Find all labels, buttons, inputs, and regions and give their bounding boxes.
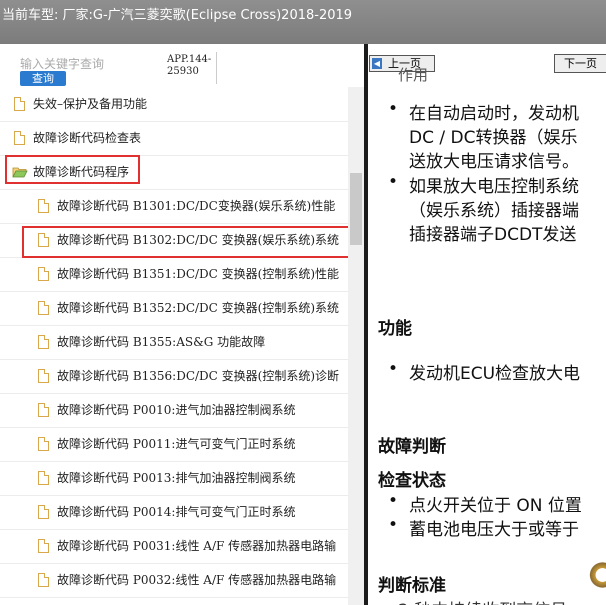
next-page-button[interactable]: 下一页	[554, 54, 606, 73]
document-icon	[38, 573, 49, 587]
tree-item-label: 故障诊断代码 B1356:DC/DC 变换器(控制系统)诊断	[57, 369, 340, 383]
navigation-panel: 查询 APP.144-25930 失效–保护及备用功能故障诊断代码检查表故障诊断…	[0, 44, 364, 605]
heading-function: 功能	[378, 319, 412, 339]
tree-item[interactable]: 故障诊断代码 P0032:线性 A/F 传感器加热器电路输	[0, 563, 348, 598]
app-code: APP.144-25930	[167, 54, 212, 77]
tree-item-label: 故障诊断代码 B1352:DC/DC 变换器(控制系统)系统	[57, 301, 340, 315]
tree-item-label: 故障诊断代码 P0031:线性 A/F 传感器加热器电路输	[57, 539, 337, 553]
arrow-left-icon: ◀	[372, 58, 382, 69]
bullet-dot: •	[388, 359, 399, 379]
title-bar: 当前车型: 厂家:G-广汽三菱奕歌(Eclipse Cross)2018-201…	[0, 0, 606, 44]
scrollbar-thumb[interactable]	[350, 173, 362, 245]
bullet-dot: •	[388, 99, 399, 119]
search-button[interactable]: 查询	[20, 71, 66, 86]
tree-item[interactable]: 故障诊断代码 B1356:DC/DC 变换器(控制系统)诊断	[0, 359, 348, 394]
tree-item-label: 故障诊断代码 B1355:AS&G 功能故障	[57, 335, 266, 349]
doc-bottom-partial: 2 秒内持续收到高信号	[398, 596, 567, 605]
document-icon	[38, 199, 49, 213]
document-icon	[38, 403, 49, 417]
tree-item[interactable]: 故障诊断代码 B1302:DC/DC 变换器(娱乐系统)系统	[0, 223, 355, 258]
search-area: 查询 APP.144-25930	[0, 44, 364, 86]
tree-item[interactable]: 故障诊断代码检查表	[0, 121, 348, 156]
tree-item[interactable]: 故障诊断代码 P0031:线性 A/F 传感器加热器电路输	[0, 529, 348, 564]
tree-item[interactable]: 故障诊断代码 B1301:DC/DC变换器(娱乐系统)性能	[0, 189, 348, 224]
doc-line: 送放大电压请求信号。	[409, 152, 579, 172]
document-panel: ◀ 上一页 下一页 作用 • 在自动启动时，发动机 DC / DC转换器（娱乐 …	[368, 44, 606, 605]
highlight-box	[5, 155, 140, 184]
tree-item-label: 故障诊断代码 P0032:线性 A/F 传感器加热器电路输	[57, 573, 337, 587]
tree-scrollbar[interactable]	[348, 87, 364, 605]
tree-item[interactable]: 故障诊断代码 P0011:进气可变气门正时系统	[0, 427, 348, 462]
heading-criteria: 判断标准	[378, 576, 446, 596]
tree-item-label: 失效–保护及备用功能	[33, 97, 148, 111]
document-icon	[38, 471, 49, 485]
header-separator	[216, 52, 217, 84]
bullet-dot: •	[388, 491, 399, 511]
document-icon	[14, 97, 25, 111]
tree-item[interactable]: 故障诊断代码 P0013:排气加油器控制阀系统	[0, 461, 348, 496]
watermark-logo-icon	[586, 560, 606, 590]
tree-item-label: 故障诊断代码 P0014:排气可变气门正时系统	[57, 505, 296, 519]
document-icon	[38, 267, 49, 281]
document-icon	[38, 301, 49, 315]
doc-line: 在自动启动时，发动机	[409, 104, 579, 124]
tree-item-label: 故障诊断代码 P0011:进气可变气门正时系统	[57, 437, 296, 451]
doc-line: 如果放大电压控制系统	[409, 177, 579, 197]
tree-item[interactable]: 故障诊断代码 B1351:DC/DC 变换器(控制系统)性能	[0, 257, 348, 292]
vehicle-title: 当前车型: 厂家:G-广汽三菱奕歌(Eclipse Cross)2018-201…	[2, 8, 353, 23]
document-icon	[38, 335, 49, 349]
bullet-dot: •	[388, 515, 399, 535]
tree-item-label: 故障诊断代码 B1301:DC/DC变换器(娱乐系统)性能	[57, 199, 336, 213]
doc-line: 点火开关位于 ON 位置	[409, 496, 582, 516]
document-icon	[38, 437, 49, 451]
doc-line: 插接器端子DCDT发送	[409, 225, 577, 245]
document-icon	[38, 505, 49, 519]
tree-item[interactable]: 故障诊断代码 B1355:AS&G 功能故障	[0, 325, 348, 360]
tree-item[interactable]: 失效–保护及备用功能	[0, 87, 348, 122]
doc-line: （娱乐系统）插接器端	[409, 201, 579, 221]
document-icon	[14, 131, 25, 145]
tree-folder[interactable]: 故障诊断代码程序	[0, 155, 348, 190]
bullet-dot: •	[388, 172, 399, 192]
tree-item[interactable]: 故障诊断代码 B1352:DC/DC 变换器(控制系统)系统	[0, 291, 348, 326]
heading-judge: 故障判断	[378, 437, 446, 457]
tree-item-label: 故障诊断代码 P0013:排气加油器控制阀系统	[57, 471, 296, 485]
doc-line: 发动机ECU检查放大电	[409, 364, 581, 384]
document-icon	[38, 369, 49, 383]
document-icon	[38, 539, 49, 553]
doc-line: DC / DC转换器（娱乐	[409, 128, 578, 148]
heading-check: 检查状态	[378, 471, 446, 491]
highlight-box	[22, 226, 355, 258]
tree-item-label: 故障诊断代码检查表	[33, 131, 142, 145]
tree-item[interactable]: 故障诊断代码 P0010:进气加油器控制阀系统	[0, 393, 348, 428]
tree-item[interactable]: 故障诊断代码 P0014:排气可变气门正时系统	[0, 495, 348, 530]
tree-item-label: 故障诊断代码 B1351:DC/DC 变换器(控制系统)性能	[57, 267, 340, 281]
tree-item-label: 故障诊断代码 P0010:进气加油器控制阀系统	[57, 403, 296, 417]
doc-top-partial: 作用	[398, 66, 429, 84]
doc-line: 蓄电池电压大于或等于	[409, 520, 579, 540]
